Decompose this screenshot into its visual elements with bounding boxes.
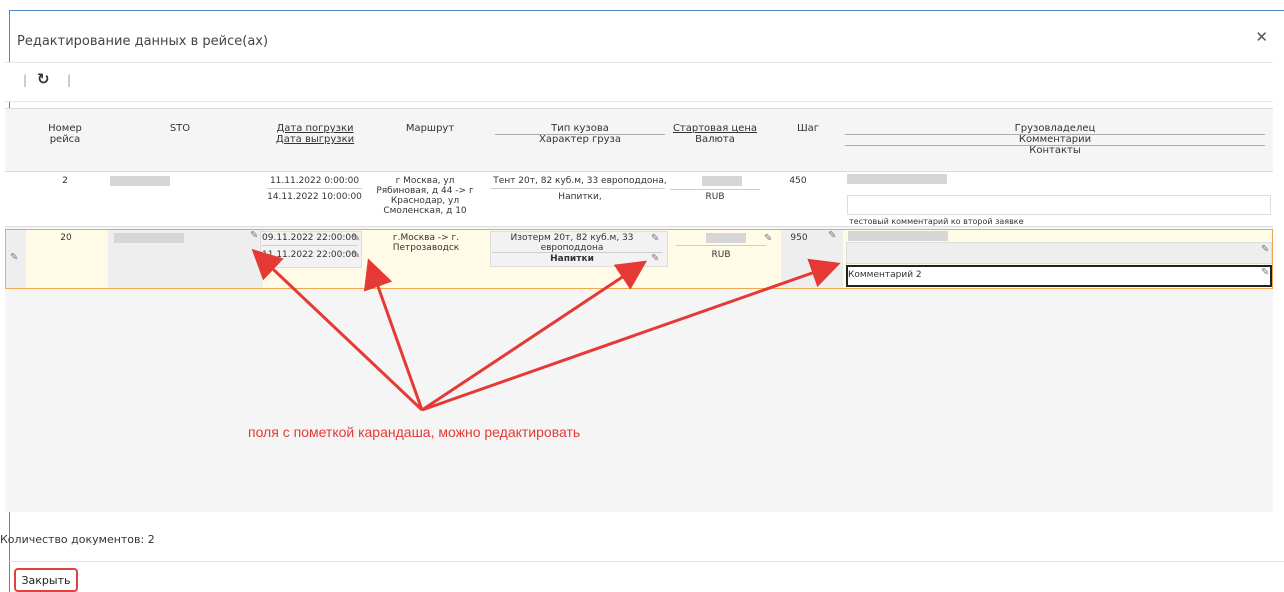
footer-divider — [9, 561, 1284, 562]
annotation-text: поля с пометкой карандаша, можно редакти… — [248, 424, 581, 440]
arrow-to-dates — [363, 258, 424, 411]
documents-count: Количество документов: 2 — [0, 533, 155, 546]
arrow-to-cargo — [421, 260, 647, 412]
annotation-arrows — [251, 248, 841, 412]
arrow-to-sto — [251, 248, 424, 412]
arrow-to-comments — [421, 258, 841, 412]
close-button[interactable]: Закрыть — [14, 568, 78, 592]
